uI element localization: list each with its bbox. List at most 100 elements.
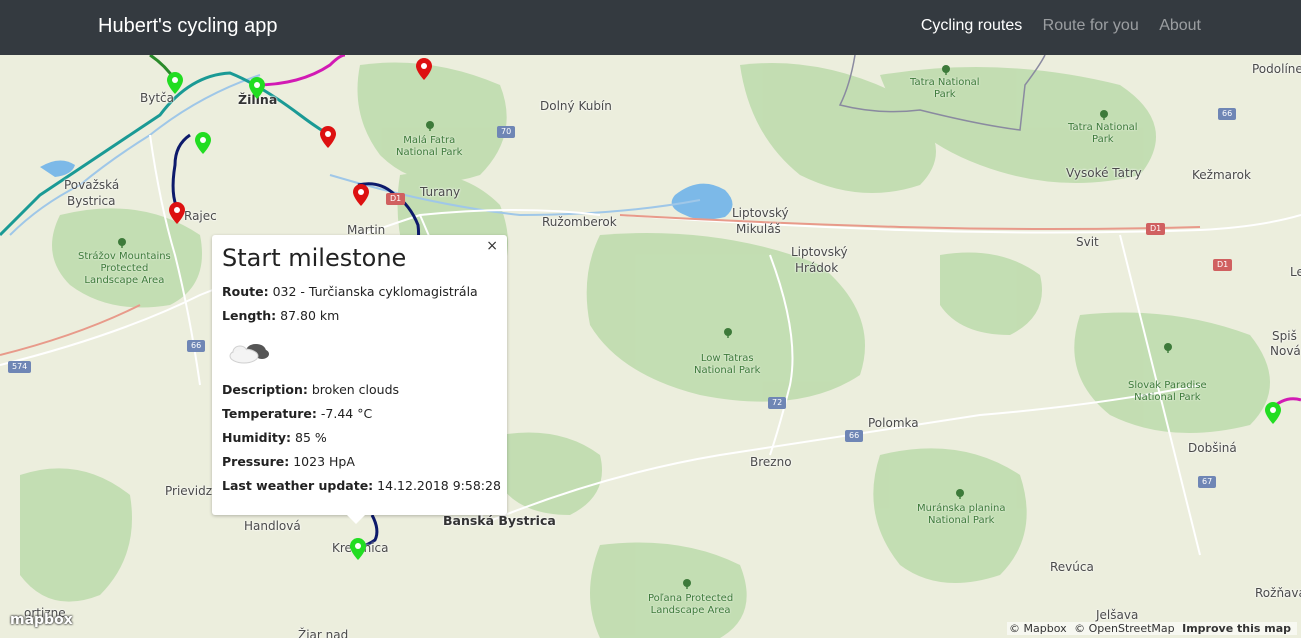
road-shield: D1 xyxy=(1146,223,1166,235)
park-label: Tatra National Park xyxy=(910,77,980,100)
park-label: Tatra National Park xyxy=(1068,122,1138,145)
place-label: Bystrica xyxy=(67,194,116,208)
road-shield: 574 xyxy=(8,361,32,373)
place-label: Rajec xyxy=(184,209,217,223)
pressure-value: 1023 HpA xyxy=(293,454,355,469)
place-label: Banská Bystrica xyxy=(443,513,556,528)
park-label: Muránska planina National Park xyxy=(917,503,1006,526)
map-attribution: © Mapbox © OpenStreetMap Improve this ma… xyxy=(1007,622,1297,635)
road-shield: 66 xyxy=(845,430,864,442)
route-label: Route: xyxy=(222,284,269,299)
place-label: Polomka xyxy=(868,416,919,430)
park-tree-icon xyxy=(1100,110,1108,120)
description-label: Description: xyxy=(222,382,308,397)
popup-tip xyxy=(346,514,366,524)
navbar: Hubert's cycling app Cycling routes Rout… xyxy=(0,0,1301,55)
humidity-label: Humidity: xyxy=(222,430,292,445)
weather-update-row: Last weather update: 14.12.2018 9:58:28 xyxy=(222,478,501,493)
place-label: Prievidz xyxy=(165,484,213,498)
park-label: Malá Fatra National Park xyxy=(396,135,463,158)
length-row: Length: 87.80 km xyxy=(222,308,339,323)
park-tree-icon xyxy=(956,489,964,499)
place-label: Ružomberok xyxy=(542,215,617,229)
green-pin-icon[interactable] xyxy=(167,72,183,94)
place-label: Žiar nad xyxy=(298,628,349,638)
green-pin-icon[interactable] xyxy=(195,132,211,154)
nav-cycling-routes[interactable]: Cycling routes xyxy=(921,17,1022,34)
mapbox-logo[interactable]: mapbox xyxy=(10,612,73,628)
weather-update-value: 14.12.2018 9:58:28 xyxy=(377,478,501,493)
length-label: Length: xyxy=(222,308,277,323)
osm-attribution-link[interactable]: © OpenStreetMap xyxy=(1074,622,1175,635)
route-row: Route: 032 - Turčianska cyklomagistrála xyxy=(222,284,478,299)
red-pin-icon[interactable] xyxy=(353,184,369,206)
road-shield: 67 xyxy=(1198,476,1217,488)
road-shield: D1 xyxy=(1213,259,1233,271)
place-label: Jelšava xyxy=(1096,608,1139,622)
humidity-row: Humidity: 85 % xyxy=(222,430,327,445)
place-label: Dobšiná xyxy=(1188,441,1237,455)
road-shield: 70 xyxy=(497,126,516,138)
length-value: 87.80 km xyxy=(280,308,340,323)
place-label: Turany xyxy=(420,185,461,199)
place-label: Le xyxy=(1290,265,1301,279)
park-label: Strážov Mountains Protected Landscape Area xyxy=(78,251,171,286)
place-label: Brezno xyxy=(750,455,792,469)
place-label: Vysoké Tatry xyxy=(1066,166,1142,180)
place-label: Liptovský xyxy=(791,245,848,259)
place-label: Hrádok xyxy=(795,261,839,275)
park-tree-icon xyxy=(942,65,950,75)
improve-map-link[interactable]: Improve this map xyxy=(1182,622,1291,635)
park-label: Poľana Protected Landscape Area xyxy=(648,593,734,616)
green-pin-icon[interactable] xyxy=(350,538,366,560)
park-tree-icon xyxy=(1164,343,1172,353)
road-shield: 72 xyxy=(768,397,787,409)
description-row: Description: broken clouds xyxy=(222,382,399,397)
park-tree-icon xyxy=(426,121,434,131)
red-pin-icon[interactable] xyxy=(416,58,432,80)
place-label: Nová xyxy=(1270,344,1301,358)
park-label: Slovak Paradise National Park xyxy=(1128,380,1207,403)
brand-link[interactable]: Hubert's cycling app xyxy=(98,15,277,38)
road-shield: 66 xyxy=(1218,108,1237,120)
temperature-label: Temperature: xyxy=(222,406,317,421)
nav-route-for-you[interactable]: Route for you xyxy=(1043,17,1139,34)
place-label: Mikuláš xyxy=(736,222,781,236)
popup-title: Start milestone xyxy=(222,244,407,272)
map-canvas[interactable]: Bytča Žilina Dolný Kubín Považská Bystri… xyxy=(0,55,1301,638)
place-label: Liptovský xyxy=(732,206,789,220)
red-pin-icon[interactable] xyxy=(320,126,336,148)
pressure-row: Pressure: 1023 HpA xyxy=(222,454,355,469)
temperature-row: Temperature: -7.44 °C xyxy=(222,406,372,421)
broken-clouds-icon xyxy=(229,344,269,364)
green-pin-icon[interactable] xyxy=(1265,402,1281,424)
park-tree-icon xyxy=(683,579,691,589)
nav-about[interactable]: About xyxy=(1159,17,1201,34)
place-label: Rožňava xyxy=(1255,586,1301,600)
place-label: Svit xyxy=(1076,235,1099,249)
place-label: Podolíne xyxy=(1252,62,1301,76)
humidity-value: 85 % xyxy=(295,430,327,445)
place-label: Spiš xyxy=(1272,329,1297,343)
park-tree-icon xyxy=(118,238,126,248)
milestone-popup: × Start milestone Route: 032 - Turčiansk… xyxy=(212,235,507,515)
road-shield: 66 xyxy=(187,340,206,352)
park-tree-icon xyxy=(724,328,732,338)
route-value: 032 - Turčianska cyklomagistrála xyxy=(272,284,478,299)
description-value: broken clouds xyxy=(311,382,400,397)
mapbox-attribution-link[interactable]: © Mapbox xyxy=(1009,622,1067,635)
road-shield: D1 xyxy=(386,193,406,205)
pressure-label: Pressure: xyxy=(222,454,290,469)
nav-links: Cycling routes Route for you About xyxy=(905,17,1201,35)
place-label: Dolný Kubín xyxy=(540,99,612,113)
park-label: Low Tatras National Park xyxy=(694,353,761,376)
weather-update-label: Last weather update: xyxy=(222,478,374,493)
place-label: Kežmarok xyxy=(1192,168,1251,182)
red-pin-icon[interactable] xyxy=(169,202,185,224)
temperature-value: -7.44 °C xyxy=(320,406,373,421)
place-label: Revúca xyxy=(1050,560,1094,574)
place-label: Považská xyxy=(64,178,120,192)
green-pin-icon[interactable] xyxy=(249,77,265,99)
place-label: Handlová xyxy=(244,519,301,533)
popup-close-button[interactable]: × xyxy=(486,238,498,254)
